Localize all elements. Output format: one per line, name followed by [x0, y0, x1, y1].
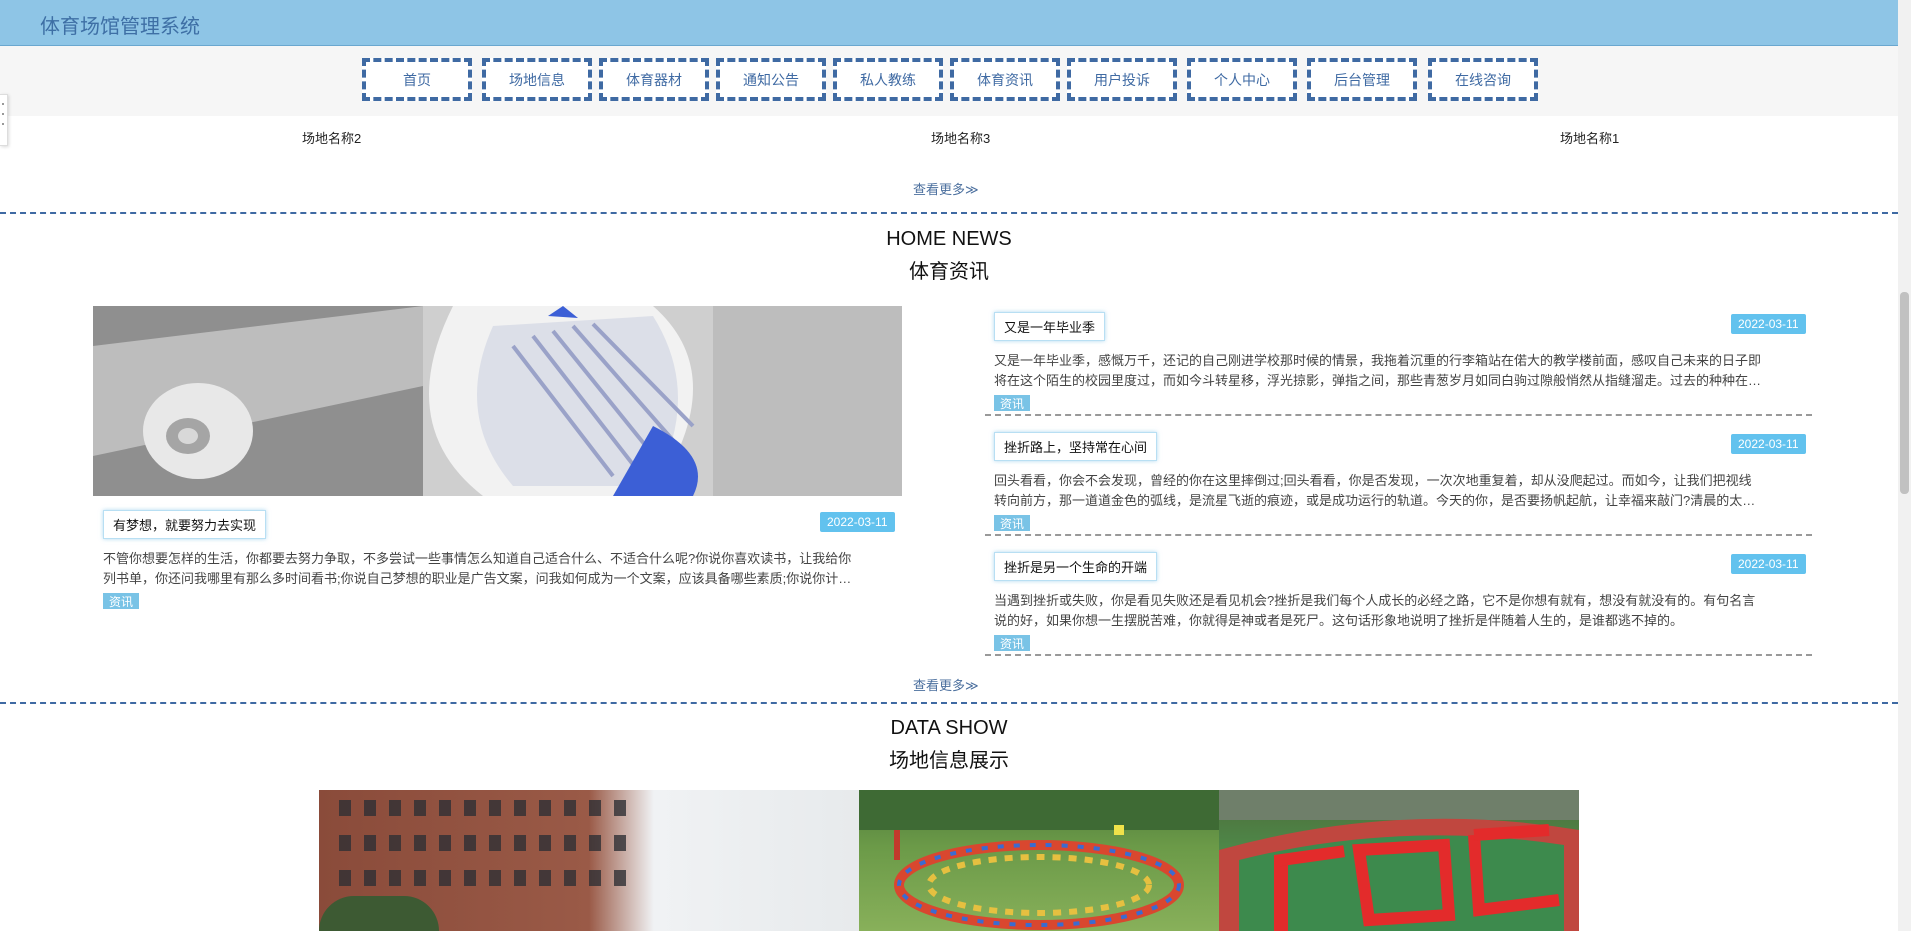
nav-item-complaints[interactable]: 用户投诉: [1067, 58, 1177, 101]
desc-line: 将在这个陌生的校园里度过，而如今斗转星移，浮光掠影，弹指之间，那些青葱岁月如同白…: [994, 373, 1762, 388]
nav-item-personal-center[interactable]: 个人中心: [1187, 58, 1297, 101]
venue-name[interactable]: 场地名称1: [1560, 128, 1619, 147]
news-category-tag: 资讯: [994, 395, 1031, 411]
data-show-en-title: DATA SHOW: [890, 717, 1008, 739]
venue-photo[interactable]: [859, 790, 1219, 931]
news-item-date: 2022-03-11: [1731, 434, 1806, 454]
app-title: 体育场馆管理系统: [40, 16, 200, 38]
desc-line: 转向前方，那一道道金色的弧线，是流星飞逝的痕迹，或是成功运行的轨道。今天的你，是…: [994, 493, 1756, 508]
nav-item-sports-news[interactable]: 体育资讯: [950, 58, 1060, 101]
news-category-tag: 资讯: [103, 593, 140, 609]
nav-item-notices[interactable]: 通知公告: [716, 58, 826, 101]
nav-item-private-coach[interactable]: 私人教练: [833, 58, 943, 101]
news-section-cn-title: 体育资讯: [909, 261, 989, 283]
news-item-title[interactable]: 挫折路上，坚持常在心间: [994, 432, 1158, 461]
desc-line: 回头看看，你会不会发现，曾经的你在这里摔倒过;回头看看，你是否发现，一次次地重复…: [994, 473, 1752, 488]
news-divider: [985, 654, 1812, 656]
section-divider: [0, 212, 1898, 214]
featured-news-image[interactable]: [93, 306, 902, 496]
venue-name[interactable]: 场地名称2: [302, 128, 361, 147]
side-drawer-handle[interactable]: [0, 94, 8, 146]
nav-item-venue-info[interactable]: 场地信息: [482, 58, 592, 101]
venue-photo[interactable]: [319, 790, 859, 931]
page-scrollbar[interactable]: [1898, 0, 1911, 931]
venues-more-link[interactable]: 查看更多≫: [913, 179, 979, 198]
desc-line: 列书单，你还问我哪里有那么多时间看书;你说自己梦想的职业是广告文案，问我如何成为…: [103, 571, 852, 586]
news-divider: [985, 534, 1812, 536]
nav-item-admin[interactable]: 后台管理: [1307, 58, 1417, 101]
nav-item-online-consult[interactable]: 在线咨询: [1428, 58, 1538, 101]
venue-name[interactable]: 场地名称3: [931, 128, 990, 147]
news-item-date: 2022-03-11: [1731, 554, 1806, 574]
desc-line: 当遇到挫折或失败，你是看见失败还是看见机会?挫折是我们每个人成长的必经之路，它不…: [994, 593, 1756, 608]
top-bar: 体育场馆管理系统: [0, 0, 1898, 46]
section-divider: [0, 702, 1898, 704]
news-item-date: 2022-03-11: [1731, 314, 1806, 334]
desc-line: 又是一年毕业季，感慨万千，还记的自己刚进学校那时候的情景，我拖着沉重的行李箱站在…: [994, 353, 1762, 368]
featured-news-title[interactable]: 有梦想，就要努力去实现: [103, 510, 267, 539]
news-item-desc: 回头看看，你会不会发现，曾经的你在这里摔倒过;回头看看，你是否发现，一次次地重复…: [994, 471, 1814, 511]
featured-news-desc: 不管你想要怎样的生活，你都要去努力争取，不多尝试一些事情怎么知道自己适合什么、不…: [103, 549, 909, 589]
venue-gallery: [319, 790, 1579, 931]
news-more-link[interactable]: 查看更多≫: [913, 675, 979, 694]
news-divider: [985, 414, 1812, 416]
news-category-tag: 资讯: [994, 515, 1031, 531]
main-nav: 首页 场地信息 体育器材 通知公告 私人教练 体育资讯 用户投诉 个人中心 后台…: [0, 46, 1898, 116]
scrollbar-thumb[interactable]: [1900, 292, 1909, 494]
news-category-tag: 资讯: [994, 635, 1031, 651]
news-item-title[interactable]: 又是一年毕业季: [994, 312, 1106, 341]
news-item-desc: 又是一年毕业季，感慨万千，还记的自己刚进学校那时候的情景，我拖着沉重的行李箱站在…: [994, 351, 1814, 391]
nav-item-equipment[interactable]: 体育器材: [599, 58, 709, 101]
news-item-title[interactable]: 挫折是另一个生命的开端: [994, 552, 1158, 581]
desc-line: 说的好，如果你想一生摆脱苦难，你就得是神或者是死尸。这句话形象地说明了挫折是伴随…: [994, 613, 1684, 628]
desc-line: 不管你想要怎样的生活，你都要去努力争取，不多尝试一些事情怎么知道自己适合什么、不…: [103, 551, 852, 566]
data-show-cn-title: 场地信息展示: [889, 750, 1009, 772]
venue-photo[interactable]: [1219, 790, 1579, 931]
news-item-desc: 当遇到挫折或失败，你是看见失败还是看见机会?挫折是我们每个人成长的必经之路，它不…: [994, 591, 1814, 631]
featured-news-date: 2022-03-11: [820, 512, 895, 532]
nav-item-home[interactable]: 首页: [362, 58, 472, 101]
news-section-en-title: HOME NEWS: [886, 228, 1012, 250]
